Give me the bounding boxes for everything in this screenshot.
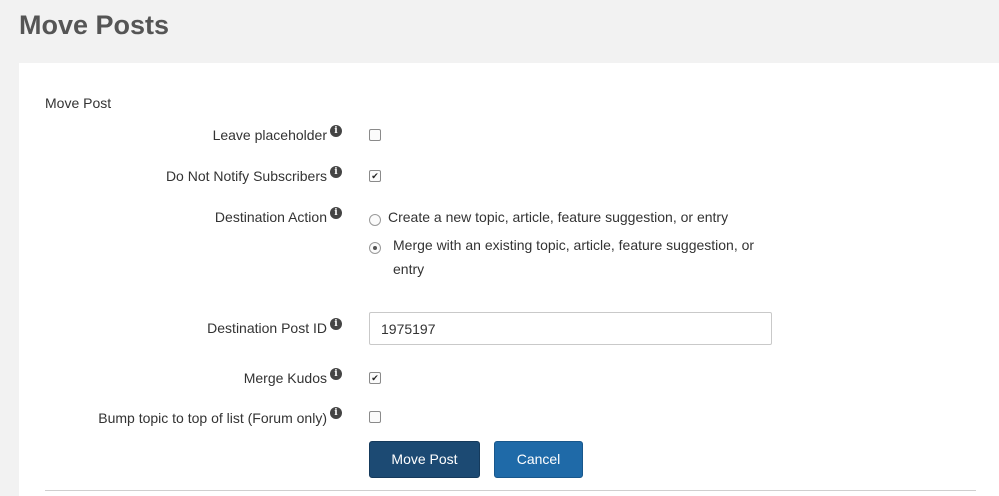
create-new-radio-label[interactable]: Create a new topic, article, feature sug…	[388, 205, 728, 229]
destination-action-label: Destination Action	[214, 209, 327, 225]
bump-topic-label: Bump topic to top of list (Forum only)	[98, 410, 327, 426]
move-post-button[interactable]: Move Post	[369, 441, 480, 478]
move-post-panel: Move Post Leave placeholder i Do Not Not…	[19, 63, 999, 496]
destination-post-id-label: Destination Post ID	[207, 320, 327, 336]
page-title: Move Posts	[19, 10, 170, 40]
info-icon[interactable]: i	[330, 125, 342, 137]
section-title: Move Post	[45, 95, 112, 111]
do-not-notify-checkbox[interactable]: ✔	[369, 170, 381, 182]
destination-post-id-input[interactable]	[369, 312, 772, 345]
merge-existing-radio[interactable]	[369, 242, 381, 254]
merge-existing-radio-label[interactable]: Merge with an existing topic, article, f…	[393, 233, 773, 281]
info-icon[interactable]: i	[330, 368, 342, 380]
bump-topic-checkbox[interactable]	[369, 411, 381, 423]
info-icon[interactable]: i	[330, 207, 342, 219]
info-icon[interactable]: i	[330, 166, 342, 178]
merge-kudos-checkbox[interactable]: ✔	[369, 372, 381, 384]
create-new-radio[interactable]	[369, 214, 381, 226]
do-not-notify-label: Do Not Notify Subscribers	[165, 168, 327, 184]
info-icon[interactable]: i	[330, 318, 342, 330]
leave-placeholder-label: Leave placeholder	[212, 127, 327, 143]
cancel-button[interactable]: Cancel	[494, 441, 583, 478]
merge-kudos-label: Merge Kudos	[243, 370, 327, 386]
divider	[45, 490, 976, 491]
leave-placeholder-checkbox[interactable]	[369, 129, 381, 141]
info-icon[interactable]: i	[330, 407, 342, 419]
